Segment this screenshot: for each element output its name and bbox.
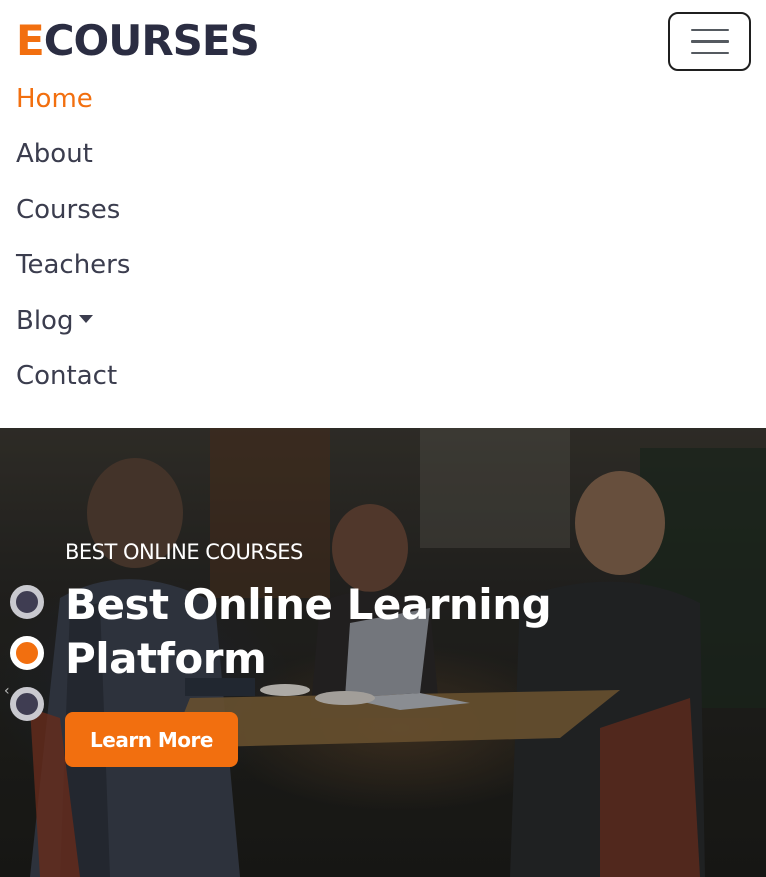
hamburger-icon [690, 28, 729, 32]
nav-item-label: Contact [16, 361, 118, 391]
brand-name: COURSES [43, 16, 260, 65]
nav-item-home[interactable]: Home [16, 84, 93, 114]
carousel-indicator-1[interactable] [10, 585, 44, 619]
hamburger-icon [690, 51, 729, 55]
hamburger-icon [690, 40, 729, 43]
nav-item-label: About [16, 139, 93, 169]
navbar-toggler-button[interactable] [668, 12, 751, 71]
nav-item-label: Courses [16, 195, 121, 225]
navbar: ECOURSES Home About Courses Teachers Blo… [0, 0, 766, 428]
nav-item-label: Home [16, 84, 93, 114]
chevron-left-icon[interactable]: ‹ [4, 683, 10, 699]
caret-down-icon [79, 314, 94, 323]
hero-title: Best Online Learning Platform [65, 580, 552, 683]
nav-item-courses[interactable]: Courses [16, 195, 120, 225]
hero-carousel: ‹ BEST ONLINE COURSES Best Online Learni… [0, 428, 766, 877]
nav-item-label: Teachers [16, 250, 131, 280]
carousel-indicator-3[interactable] [10, 687, 44, 721]
brand-logo[interactable]: ECOURSES [16, 14, 260, 68]
nav-item-about[interactable]: About [16, 139, 93, 169]
hero-subtitle: BEST ONLINE COURSES [65, 540, 303, 564]
brand-accent: E [16, 16, 45, 65]
nav-item-contact[interactable]: Contact [16, 361, 117, 391]
carousel-indicator-2[interactable] [10, 636, 44, 670]
nav-item-teachers[interactable]: Teachers [16, 250, 130, 280]
nav-item-blog[interactable]: Blog [16, 306, 94, 336]
learn-more-button[interactable]: Learn More [65, 712, 238, 767]
nav-item-label: Blog [16, 306, 74, 336]
